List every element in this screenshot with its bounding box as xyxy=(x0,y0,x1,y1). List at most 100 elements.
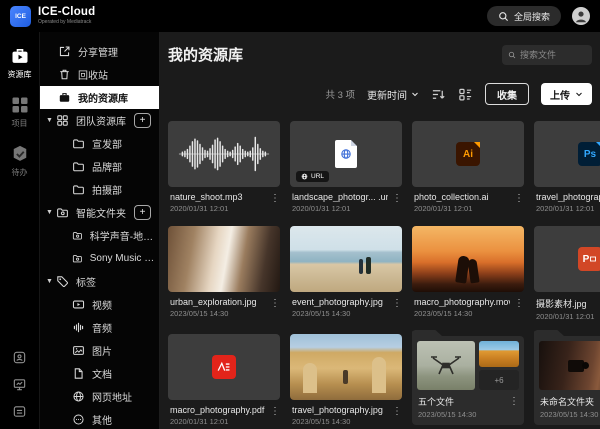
more-menu-button[interactable]: ⋮ xyxy=(514,299,524,309)
file-search-input[interactable] xyxy=(520,50,586,60)
file-name: 摄影素材.jpg xyxy=(536,297,600,310)
file-name: travel_photograp... xyxy=(536,192,600,202)
rail-item-projects[interactable]: 项目 xyxy=(10,95,30,129)
app-logo: ICE xyxy=(10,6,31,27)
file-name: nature_shoot.mp3 xyxy=(170,192,266,202)
monitor-icon[interactable] xyxy=(12,377,27,392)
url-thumbnail: URL xyxy=(290,121,402,187)
more-menu-button[interactable]: ⋮ xyxy=(392,194,402,204)
rail-item-todo[interactable]: 待办 xyxy=(10,144,30,178)
ppt-thumbnail: P xyxy=(534,226,600,292)
chevron-down-icon[interactable]: ▼ xyxy=(46,278,54,285)
sidebar-item-tag-doc[interactable]: 文档 xyxy=(40,362,159,385)
more-menu-button[interactable]: ⋮ xyxy=(270,194,280,204)
asset-card-ppt[interactable]: P 摄影素材.jpg 2020/01/31 12:01 ⋮ xyxy=(534,226,600,321)
file-search-box[interactable] xyxy=(502,45,592,65)
file-name: urban_exploration.jpg xyxy=(170,297,266,307)
folder-card-collection[interactable]: +6 五个文件 2023/05/15 14:30 ⋮ xyxy=(412,330,524,426)
item-count: 共 3 项 xyxy=(325,87,355,101)
memo-icon[interactable] xyxy=(12,404,27,419)
page-title: 我的资源库 xyxy=(168,44,243,65)
sidebar-item-tag-url[interactable]: 网页地址 xyxy=(40,385,159,408)
sidebar-tag-video-label: 视频 xyxy=(92,297,112,312)
sidebar: 分享管理 回收站 我的资源库 ▼ 团队资源库 + 宣发部 品牌部 拍摄部 xyxy=(40,32,160,429)
sidebar-tag-image-label: 图片 xyxy=(92,343,112,358)
asset-card-url[interactable]: URL landscape_photogr... .url 2020/01/31… xyxy=(290,121,402,213)
more-menu-button[interactable]: ⋮ xyxy=(509,397,519,407)
global-search-label: 全局搜索 xyxy=(514,10,550,23)
folder-icon xyxy=(72,183,85,196)
trash-icon xyxy=(58,68,71,81)
powerpoint-file-icon: P xyxy=(578,247,600,271)
sidebar-recycle-label: 回收站 xyxy=(78,67,108,82)
asset-card-video[interactable]: macro_photography.mov 2023/05/15 14:30 ⋮ xyxy=(412,226,524,321)
asset-card-audio[interactable]: nature_shoot.mp3 2020/01/31 12:01 ⋮ xyxy=(168,121,280,213)
more-menu-button[interactable]: ⋮ xyxy=(392,299,402,309)
global-search-button[interactable]: 全局搜索 xyxy=(487,6,561,26)
more-menu-button[interactable]: ⋮ xyxy=(514,194,524,204)
globe-icon xyxy=(301,173,308,180)
asset-card-ai[interactable]: Ai photo_collection.ai 2020/01/31 12:01 … xyxy=(412,121,524,213)
sort-dropdown[interactable]: 更新时间 xyxy=(367,87,419,102)
asset-card-photo[interactable]: urban_exploration.jpg 2023/05/15 14:30 ⋮ xyxy=(168,226,280,321)
sidebar-item-share[interactable]: 分享管理 xyxy=(40,40,159,63)
folder-name: 五个文件 xyxy=(418,395,507,408)
sunset-video-thumbnail xyxy=(412,226,524,292)
add-smart-folder-button[interactable]: + xyxy=(134,205,151,220)
folder-icon xyxy=(72,160,85,173)
smart-folder-icon xyxy=(72,252,83,265)
sidebar-item-tag-video[interactable]: 视频 xyxy=(40,293,159,316)
user-avatar[interactable] xyxy=(572,7,590,25)
app-rail: 资源库 项目 待办 xyxy=(0,32,40,429)
file-date: 2020/01/31 12:01 xyxy=(536,204,600,213)
collect-button[interactable]: 收集 xyxy=(485,83,529,105)
document-icon xyxy=(72,367,85,380)
folder-card-unnamed[interactable]: 未命名文件夹 2023/05/15 14:30 ⋮ xyxy=(534,330,600,426)
sidebar-item-tag-audio[interactable]: 音频 xyxy=(40,316,159,339)
psd-thumbnail: Ps xyxy=(534,121,600,187)
asset-card-pdf[interactable]: macro_photography.pdf 2020/01/31 12:01 ⋮ xyxy=(168,334,280,426)
more-menu-button[interactable]: ⋮ xyxy=(270,407,280,417)
sort-order-button[interactable] xyxy=(431,87,446,102)
chevron-down-icon[interactable]: ▼ xyxy=(46,209,54,216)
sidebar-item-dept-shoot[interactable]: 拍摄部 xyxy=(40,178,159,201)
asset-card-photo[interactable]: event_photography.jpg 2023/05/15 14:30 ⋮ xyxy=(290,226,402,321)
sidebar-item-tag-other[interactable]: 其他 xyxy=(40,408,159,429)
app-window: ICE ICE-Cloud Operated by Mediatrack 全局搜… xyxy=(0,0,600,429)
more-menu-button[interactable]: ⋮ xyxy=(392,407,402,417)
projects-grid-icon xyxy=(10,95,30,115)
beach-photo-thumbnail xyxy=(290,226,402,292)
sidebar-item-team-library[interactable]: ▼ 团队资源库 + xyxy=(40,109,159,132)
chevron-down-icon[interactable]: ▼ xyxy=(46,117,54,124)
add-team-library-button[interactable]: + xyxy=(134,113,151,128)
main-content: 我的资源库 共 3 项 更新时间 收集 上传 xyxy=(160,32,600,429)
sidebar-item-smart-sony[interactable]: Sony Music Drak... xyxy=(40,247,159,270)
top-header: ICE ICE-Cloud Operated by Mediatrack 全局搜… xyxy=(0,0,600,32)
file-name: landscape_photogr... .url xyxy=(292,192,388,202)
wedding-photo-thumbnail xyxy=(168,226,280,292)
sidebar-item-my-library[interactable]: 我的资源库 xyxy=(40,86,159,109)
more-menu-button[interactable]: ⋮ xyxy=(270,299,280,309)
contact-card-icon[interactable] xyxy=(12,350,27,365)
waveform-icon xyxy=(176,128,272,180)
sidebar-item-smart-science[interactable]: 科学声音-地球守护 xyxy=(40,224,159,247)
asset-card-psd[interactable]: Ps travel_photograp... 2020/01/31 12:01 … xyxy=(534,121,600,213)
sidebar-item-dept-xuanfa[interactable]: 宣发部 xyxy=(40,132,159,155)
sidebar-item-tags[interactable]: ▼ 标签 xyxy=(40,270,159,293)
upload-button[interactable]: 上传 xyxy=(541,83,592,105)
studio-photo-thumbnail xyxy=(539,341,600,390)
sidebar-tags-label: 标签 xyxy=(76,274,96,289)
sidebar-smart2-label: Sony Music Drak... xyxy=(90,253,159,264)
sidebar-item-tag-image[interactable]: 图片 xyxy=(40,339,159,362)
rail-item-library[interactable]: 资源库 xyxy=(8,46,32,80)
tag-icon xyxy=(56,275,69,288)
sidebar-item-smart-folders[interactable]: ▼ 智能文件夹 + xyxy=(40,201,159,224)
sidebar-item-dept-brand[interactable]: 品牌部 xyxy=(40,155,159,178)
app-name: ICE-Cloud xyxy=(38,7,95,19)
file-date: 2020/01/31 12:01 xyxy=(414,204,510,213)
asset-card-photo[interactable]: travel_photography.jpg 2023/05/15 14:30 … xyxy=(290,334,402,426)
url-file-icon xyxy=(335,140,357,168)
upload-label: 上传 xyxy=(550,87,570,102)
sidebar-item-recycle[interactable]: 回收站 xyxy=(40,63,159,86)
layout-settings-button[interactable] xyxy=(458,87,473,102)
